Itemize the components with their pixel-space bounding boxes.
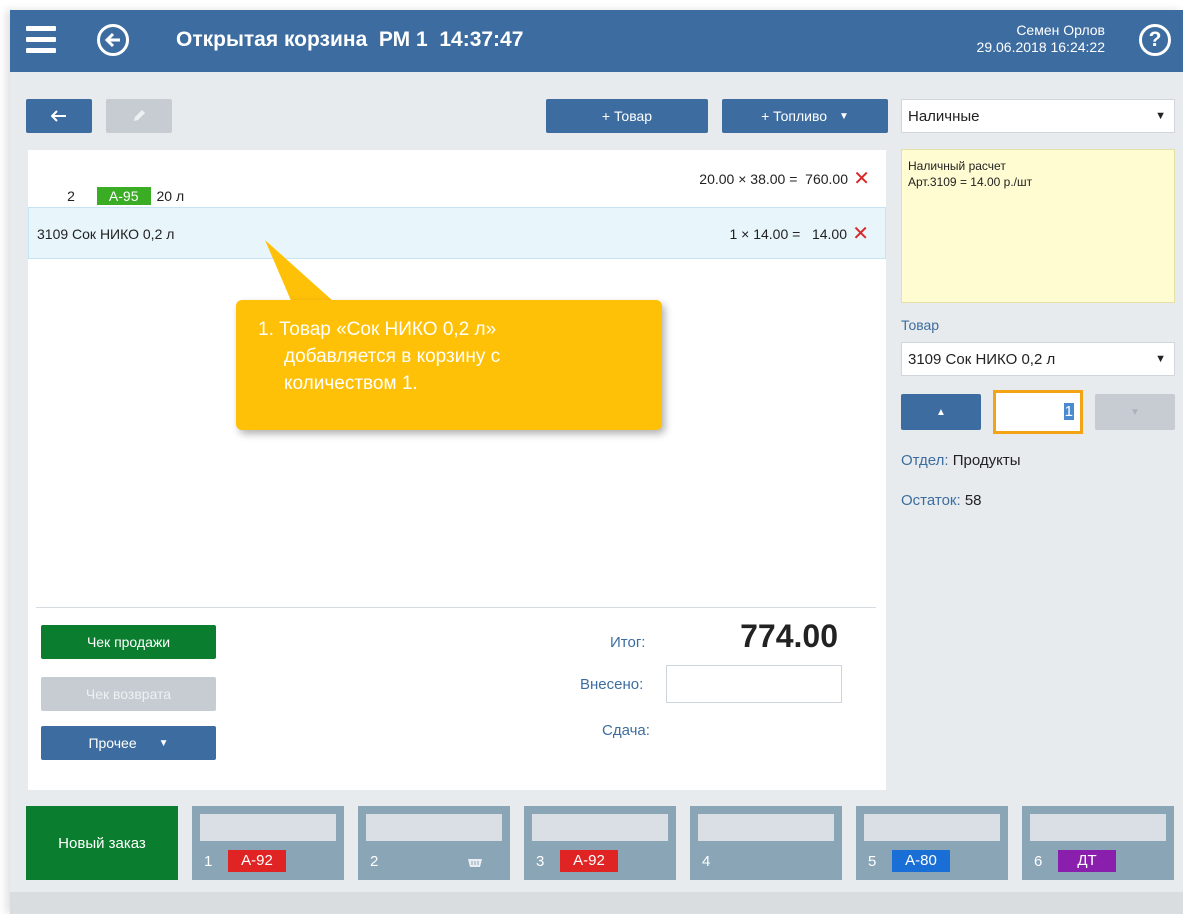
row-number: 2 bbox=[67, 188, 75, 204]
add-product-label: + Товар bbox=[601, 108, 653, 124]
row-calculation: 1 × 14.00 = 14.00 bbox=[729, 226, 847, 242]
quantity-input[interactable]: 1 bbox=[993, 390, 1083, 434]
order-slot bbox=[698, 814, 834, 841]
tutorial-callout: 1. Товар «Сок НИКО 0,2 л» добавляется в … bbox=[236, 300, 662, 430]
stock-info: Остаток: 58 bbox=[901, 492, 982, 509]
help-icon[interactable]: ? bbox=[1139, 24, 1171, 56]
new-order-label: Новый заказ bbox=[58, 834, 146, 852]
status-strip bbox=[10, 892, 1183, 914]
order-slot bbox=[532, 814, 668, 841]
header-bar: Открытая корзина РМ 1 14:37:47 Семен Орл… bbox=[10, 10, 1183, 72]
add-fuel-label: + Топливо bbox=[761, 108, 828, 124]
payment-method-value: Наличные bbox=[908, 108, 980, 125]
delete-icon[interactable]: ✕ bbox=[852, 221, 869, 246]
stock-key: Остаток: bbox=[901, 492, 961, 509]
fuel-badge: А-80 bbox=[892, 850, 950, 872]
current-datetime: 29.06.2018 16:24:22 bbox=[976, 39, 1105, 55]
fuel-badge: А-92 bbox=[228, 850, 286, 872]
other-actions-label: Прочее bbox=[88, 735, 137, 751]
order-number: 5 bbox=[868, 853, 877, 870]
basket-icon bbox=[468, 859, 482, 867]
order-number: 2 bbox=[370, 853, 379, 870]
callout-line-3: количеством 1. bbox=[284, 373, 418, 394]
total-value: 774.00 bbox=[740, 618, 838, 654]
return-receipt-button[interactable]: Чек возврата bbox=[41, 677, 216, 711]
order-number: 3 bbox=[536, 853, 545, 870]
back-button[interactable] bbox=[26, 99, 92, 133]
order-slot bbox=[1030, 814, 1166, 841]
user-info: Семен Орлов 29.06.2018 16:24:22 bbox=[977, 22, 1105, 56]
order-tab-6[interactable]: 6 ДТ bbox=[1022, 806, 1174, 880]
order-number: 1 bbox=[204, 853, 213, 870]
sale-receipt-button[interactable]: Чек продажи bbox=[41, 625, 216, 659]
product-name: 3109 Сок НИКО 0,2 л bbox=[37, 226, 175, 242]
add-product-button[interactable]: + Товар bbox=[546, 99, 708, 133]
product-select[interactable]: 3109 Сок НИКО 0,2 л ▼ bbox=[901, 342, 1175, 376]
cart-panel: 2 А-95 20 л 20.00 × 38.00 = 760.00 ✕ 3109 … bbox=[28, 150, 886, 790]
delete-icon[interactable]: ✕ bbox=[853, 166, 870, 191]
left-arrow-icon bbox=[51, 110, 66, 122]
order-tab-5[interactable]: 5 А-80 bbox=[856, 806, 1008, 880]
order-slot bbox=[864, 814, 1000, 841]
dropdown-caret-icon: ▼ bbox=[1155, 353, 1166, 365]
pencil-icon bbox=[134, 110, 145, 121]
order-slot bbox=[366, 814, 502, 841]
fuel-badge: А-95 bbox=[96, 187, 151, 205]
order-tab-1[interactable]: 1 А-92 bbox=[192, 806, 344, 880]
add-fuel-button[interactable]: + Топливо ▼ bbox=[722, 99, 888, 133]
department-value: Продукты bbox=[952, 452, 1021, 469]
edit-button[interactable] bbox=[106, 99, 172, 133]
total-label: Итог: bbox=[610, 634, 646, 651]
dropdown-caret-icon: ▼ bbox=[1155, 110, 1166, 122]
divider bbox=[36, 607, 876, 608]
product-select-value: 3109 Сок НИКО 0,2 л bbox=[908, 351, 1056, 368]
back-arrow-icon[interactable] bbox=[97, 24, 129, 56]
department-key: Отдел: bbox=[901, 452, 949, 469]
department-info: Отдел: Продукты bbox=[901, 452, 1021, 469]
order-slot bbox=[200, 814, 336, 841]
payment-info-box: Наличный расчет Арт.3109 = 14.00 р./шт bbox=[901, 149, 1175, 303]
hamburger-menu-icon[interactable] bbox=[26, 26, 56, 54]
product-label: Товар bbox=[901, 317, 940, 333]
other-actions-button[interactable]: Прочее ▼ bbox=[41, 726, 216, 760]
stock-value: 58 bbox=[964, 492, 982, 509]
dropdown-caret-icon: ▼ bbox=[839, 110, 849, 122]
order-tab-4[interactable]: 4 bbox=[690, 806, 842, 880]
quantity-decrease-button[interactable]: ▼ bbox=[1095, 394, 1175, 430]
down-triangle-icon: ▼ bbox=[1130, 406, 1140, 418]
callout-line-1: 1. Товар «Сок НИКО 0,2 л» bbox=[258, 319, 497, 340]
page-title: Открытая корзина РМ 1 14:37:47 bbox=[176, 28, 524, 51]
order-tab-2[interactable]: 2 bbox=[358, 806, 510, 880]
order-number: 6 bbox=[1034, 853, 1043, 870]
quantity-increase-button[interactable]: ▲ bbox=[901, 394, 981, 430]
user-name: Семен Орлов bbox=[1016, 22, 1105, 38]
quantity-value: 1 bbox=[1063, 403, 1074, 420]
order-tab-3[interactable]: 3 А-92 bbox=[524, 806, 676, 880]
change-label: Сдача: bbox=[602, 722, 650, 739]
order-number: 4 bbox=[702, 853, 711, 870]
callout-line-2: добавляется в корзину с bbox=[284, 346, 501, 367]
row-calculation: 20.00 × 38.00 = 760.00 bbox=[699, 171, 848, 187]
cart-row-fuel[interactable]: 2 А-95 20 л 20.00 × 38.00 = 760.00 ✕ bbox=[28, 153, 886, 205]
info-line-1: Наличный расчет bbox=[908, 159, 1006, 173]
dropdown-caret-icon: ▼ bbox=[158, 737, 169, 749]
paid-amount-input[interactable] bbox=[666, 665, 842, 703]
new-order-button[interactable]: Новый заказ bbox=[26, 806, 178, 880]
fuel-badge: А-92 bbox=[560, 850, 618, 872]
up-triangle-icon: ▲ bbox=[936, 406, 946, 418]
info-line-2: Арт.3109 = 14.00 р./шт bbox=[908, 175, 1033, 189]
return-receipt-label: Чек возврата bbox=[85, 686, 172, 702]
app-window: Открытая корзина РМ 1 14:37:47 Семен Орл… bbox=[10, 10, 1183, 914]
cart-row-product[interactable]: 3109 Сок НИКО 0,2 л 1 × 14.00 = 14.00 ✕ bbox=[28, 207, 886, 259]
sale-receipt-label: Чек продажи bbox=[86, 634, 171, 650]
fuel-badge: ДТ bbox=[1058, 850, 1116, 872]
payment-method-select[interactable]: Наличные ▼ bbox=[901, 99, 1175, 133]
paid-label: Внесено: bbox=[580, 676, 644, 693]
fuel-volume: 20 л bbox=[156, 188, 185, 204]
